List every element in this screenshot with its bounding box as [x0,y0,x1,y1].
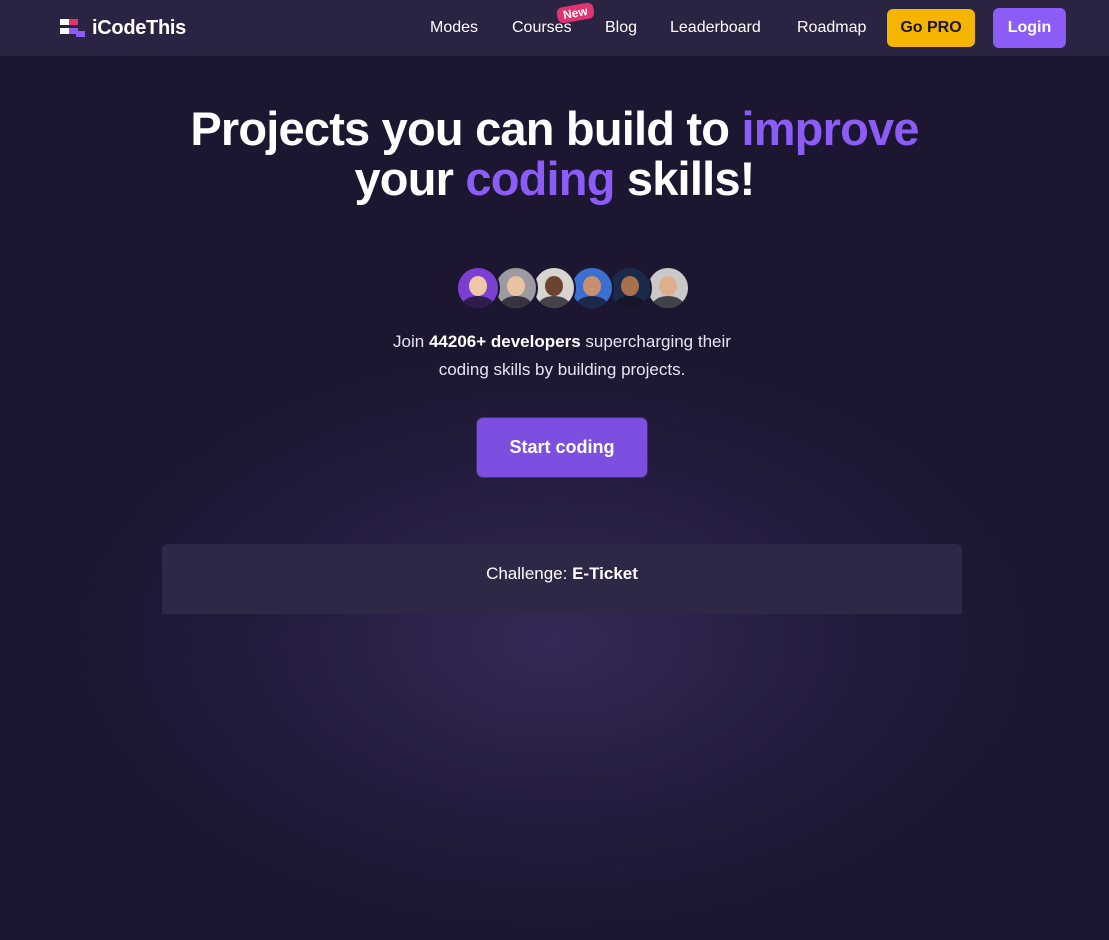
avatar-body [614,296,646,308]
join-prefix: Join [393,332,429,351]
challenge-name[interactable]: E-Ticket [572,564,638,583]
hero-title-part1: Projects you can build to [190,102,742,155]
hero-title-part2: your [354,152,466,205]
new-badge: New [555,1,595,25]
hero-title-highlight-improve: improve [741,102,919,155]
nav-leaderboard[interactable]: Leaderboard [670,18,761,38]
start-coding-button[interactable]: Start coding [477,418,647,477]
join-suffix: supercharging their [580,332,731,351]
avatar-face [621,276,639,296]
avatar-3 [532,266,576,310]
avatar-2 [494,266,538,310]
login-button[interactable]: Login [993,8,1066,48]
nav-modes[interactable]: Modes [430,18,478,38]
top-navbar: iCodeThis Modes Courses New Blog Leaderb… [0,0,1109,56]
join-line-2: coding skills by building projects. [438,360,686,379]
avatar-face [583,276,601,296]
avatar-1 [456,266,500,310]
challenge-line: Challenge: E-Ticket [162,564,962,584]
avatar-body [500,296,532,308]
nav-roadmap[interactable]: Roadmap [797,18,866,38]
developer-count: 44206+ developers [428,332,581,351]
avatar-5 [608,266,652,310]
hero-title-part3: skills! [614,152,755,205]
nav-blog[interactable]: Blog [605,18,637,38]
logo[interactable]: iCodeThis [60,14,186,42]
challenge-label: Challenge: [486,564,573,583]
avatar-body [462,296,494,308]
avatar-face [507,276,525,296]
hero-title: Projects you can build to improve your c… [0,104,1109,204]
avatar-face [545,276,563,296]
brand-name: iCodeThis [92,16,186,39]
go-pro-button[interactable]: Go PRO [887,9,975,47]
avatar-face [659,276,677,296]
avatar-body [538,296,570,308]
join-text: Join 44206+ developers supercharging the… [0,328,1109,384]
challenge-card: Challenge: E-Ticket [162,544,962,614]
avatar-body [576,296,608,308]
avatar-4 [570,266,614,310]
avatar-body [652,296,684,308]
avatar-face [469,276,487,296]
logo-icon [60,17,88,39]
avatar-6 [646,266,690,310]
developer-avatars [456,266,690,310]
hero-title-highlight-coding: coding [465,152,615,205]
